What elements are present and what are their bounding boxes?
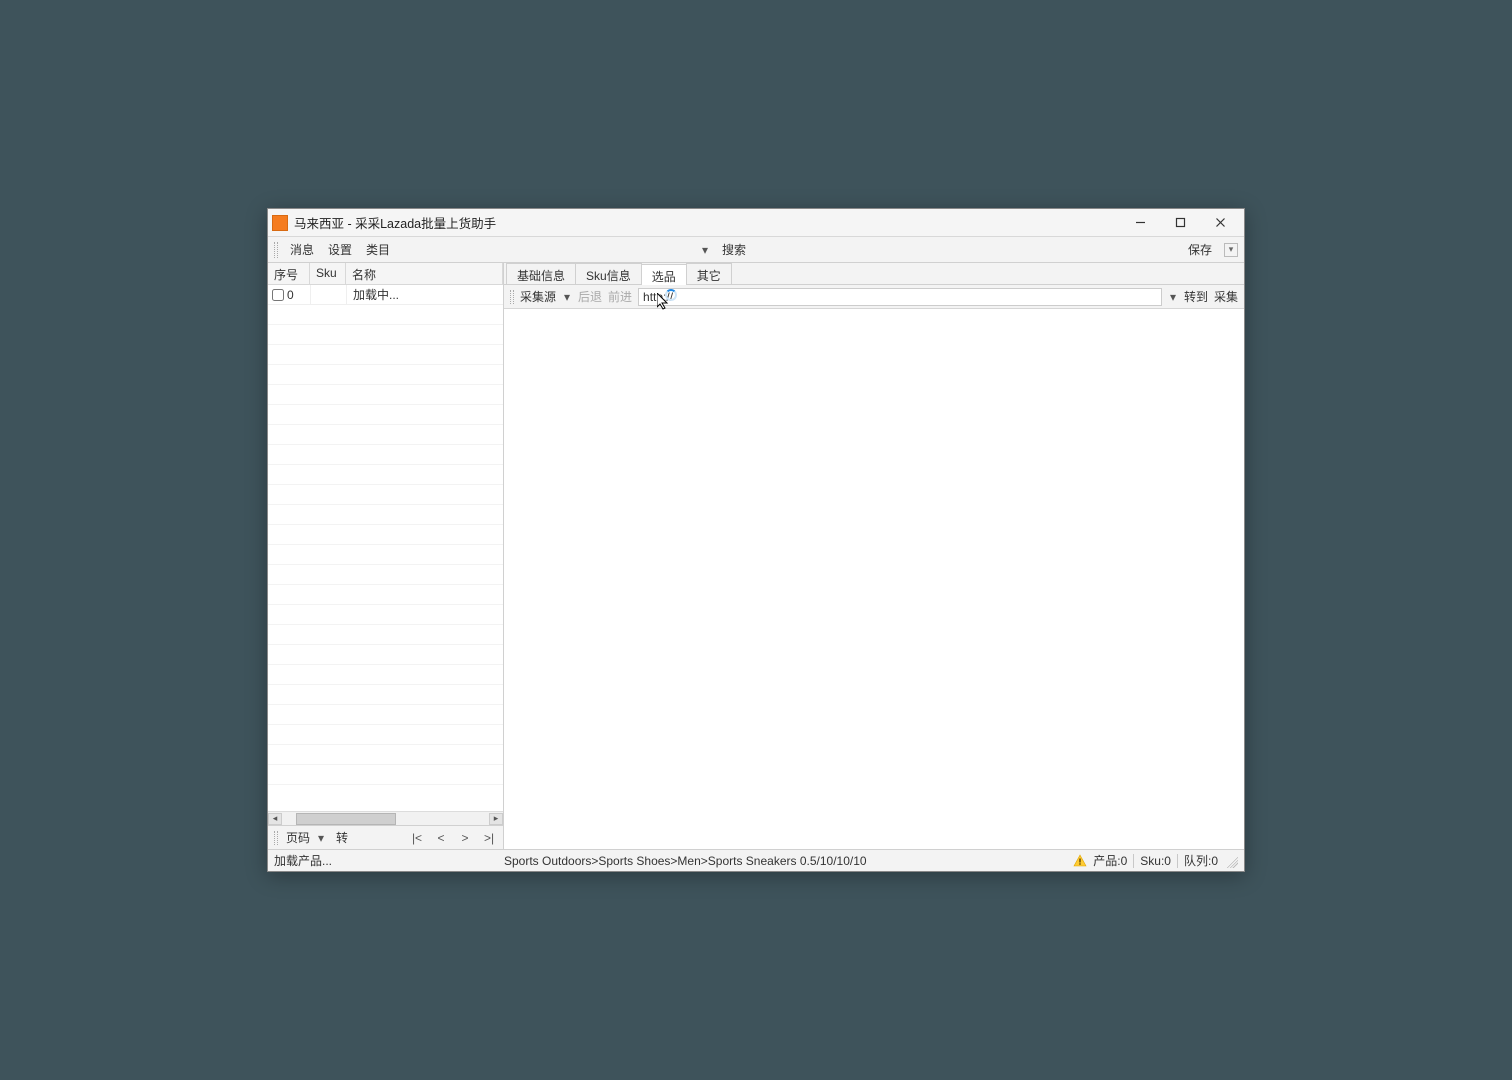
- save-button[interactable]: 保存: [1180, 239, 1220, 260]
- resize-grip-icon[interactable]: [1224, 854, 1238, 868]
- page-first[interactable]: |<: [409, 831, 425, 845]
- row-sku: [310, 285, 346, 304]
- url-dropdown-icon[interactable]: ▾: [1168, 290, 1178, 304]
- browser-viewport: [504, 309, 1244, 849]
- grid-hscrollbar[interactable]: ◂ ▸: [268, 811, 503, 825]
- status-sku: Sku:0: [1140, 854, 1171, 868]
- pager-grip-icon: [274, 831, 278, 845]
- page-prev[interactable]: <: [433, 831, 449, 845]
- window-title: 马来西亚 - 采采Lazada批量上货助手: [294, 213, 1120, 232]
- pager: 页码 ▾ 转 |< < > >|: [268, 825, 503, 849]
- row-name: 加载中...: [346, 285, 503, 304]
- toolbar-grip-icon: [274, 242, 278, 258]
- product-grid: 序号 Sku 名称 0 加载中...: [268, 263, 503, 825]
- url-input[interactable]: [638, 288, 1162, 306]
- maximize-button[interactable]: [1160, 212, 1200, 234]
- toolbar-overflow-icon[interactable]: ▾: [1224, 243, 1238, 257]
- status-queue: 队列:0: [1184, 852, 1218, 869]
- search-dropdown-icon[interactable]: ▾: [698, 243, 712, 257]
- browser-toolbar: 采集源 ▾ 后退 前进 ▾ 转到 采集: [504, 285, 1244, 309]
- tab-select-product[interactable]: 选品: [641, 264, 687, 285]
- col-sku[interactable]: Sku: [310, 263, 346, 284]
- tabs: 基础信息 Sku信息 选品 其它: [504, 263, 1244, 285]
- tab-sku-info[interactable]: Sku信息: [575, 263, 642, 284]
- col-name[interactable]: 名称: [346, 263, 503, 284]
- status-breadcrumb: Sports Outdoors>Sports Shoes>Men>Sports …: [504, 854, 1073, 868]
- scroll-track[interactable]: [282, 813, 489, 825]
- goto-button[interactable]: 转到: [1184, 288, 1208, 305]
- page-label: 页码: [286, 829, 310, 846]
- scroll-right-icon[interactable]: ▸: [489, 813, 503, 825]
- grid-header: 序号 Sku 名称: [268, 263, 503, 285]
- app-window: 马来西亚 - 采采Lazada批量上货助手 消息 设置 类目 ▾ 搜索 保存 ▾: [267, 208, 1245, 872]
- source-button[interactable]: 采集源: [520, 288, 556, 305]
- grid-rows: 0 加载中...: [268, 285, 503, 811]
- body: 序号 Sku 名称 0 加载中...: [268, 263, 1244, 849]
- titlebar: 马来西亚 - 采采Lazada批量上货助手: [268, 209, 1244, 237]
- row-seq-cell: 0: [268, 288, 310, 302]
- tab-other[interactable]: 其它: [686, 263, 732, 284]
- close-button[interactable]: [1200, 212, 1240, 234]
- menu-category[interactable]: 类目: [360, 239, 396, 260]
- col-seq[interactable]: 序号: [268, 263, 310, 284]
- page-next[interactable]: >: [457, 831, 473, 845]
- tab-basic-info[interactable]: 基础信息: [506, 263, 576, 284]
- source-dropdown-icon[interactable]: ▾: [562, 290, 572, 304]
- minimize-button[interactable]: [1120, 212, 1160, 234]
- page-convert[interactable]: 转: [336, 829, 348, 846]
- page-last[interactable]: >|: [481, 831, 497, 845]
- scroll-thumb[interactable]: [296, 813, 396, 825]
- row-seq: 0: [287, 288, 294, 302]
- menu-messages[interactable]: 消息: [284, 239, 320, 260]
- right-panel: 基础信息 Sku信息 选品 其它 采集源 ▾ 后退 前进 ▾ 转到 采集: [504, 263, 1244, 849]
- window-controls: [1120, 212, 1240, 234]
- scroll-left-icon[interactable]: ◂: [268, 813, 282, 825]
- status-left: 加载产品...: [274, 852, 504, 869]
- page-dropdown-icon[interactable]: ▾: [318, 831, 328, 845]
- menu-settings[interactable]: 设置: [322, 239, 358, 260]
- browser-grip-icon: [510, 290, 514, 304]
- table-row[interactable]: 0 加载中...: [268, 285, 503, 305]
- row-checkbox[interactable]: [272, 289, 284, 301]
- forward-button[interactable]: 前进: [608, 288, 632, 305]
- collect-button[interactable]: 采集: [1214, 288, 1238, 305]
- menubar: 消息 设置 类目 ▾ 搜索 保存 ▾: [268, 237, 1244, 263]
- status-right: 产品:0 Sku:0 队列:0: [1073, 852, 1238, 869]
- app-icon: [272, 215, 288, 231]
- left-panel: 序号 Sku 名称 0 加载中...: [268, 263, 504, 849]
- statusbar: 加载产品... Sports Outdoors>Sports Shoes>Men…: [268, 849, 1244, 871]
- search-button[interactable]: 搜索: [714, 239, 754, 260]
- back-button[interactable]: 后退: [578, 288, 602, 305]
- warning-icon: [1073, 854, 1087, 868]
- status-product: 产品:0: [1093, 852, 1127, 869]
